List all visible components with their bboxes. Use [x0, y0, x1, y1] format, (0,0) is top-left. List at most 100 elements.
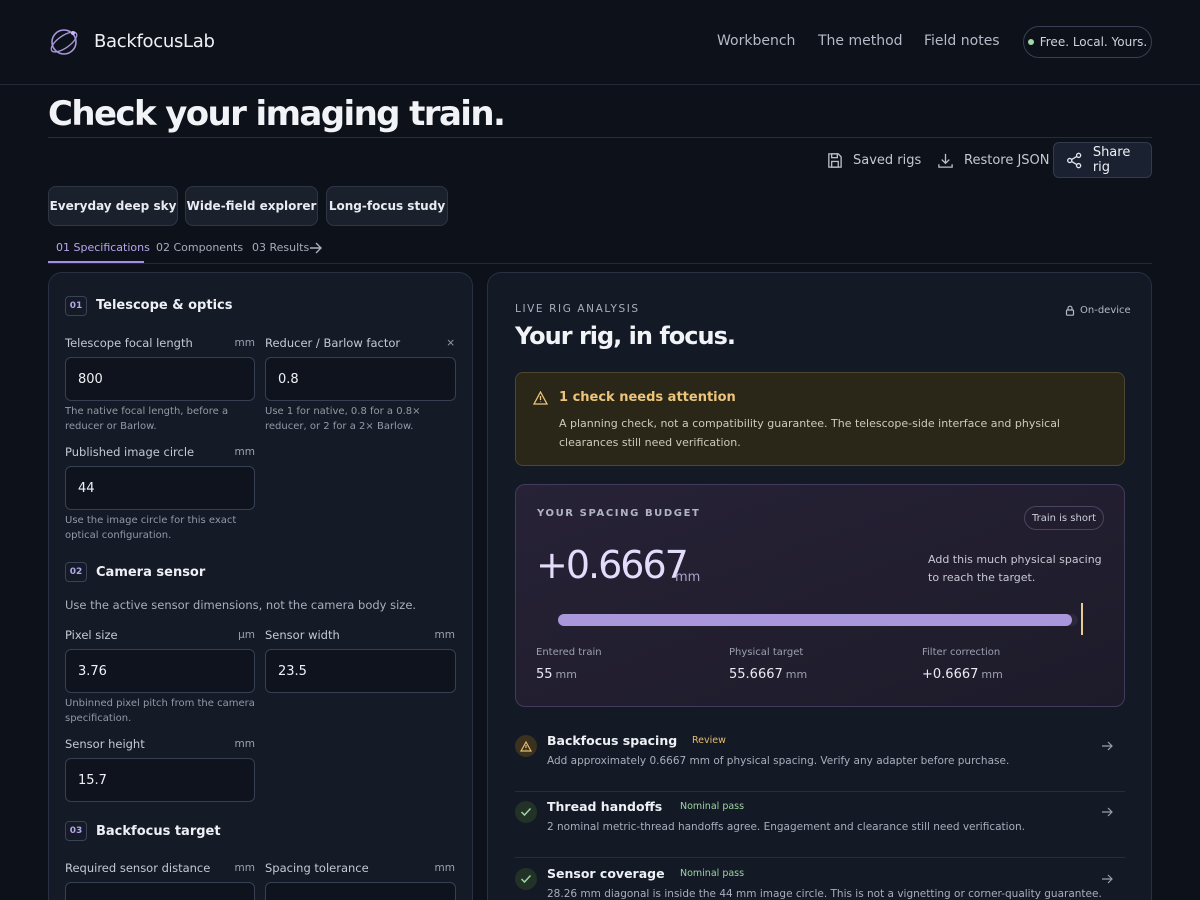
check-title: Backfocus spacing [547, 733, 678, 748]
target-marker [1081, 603, 1083, 635]
orbit-lens-icon[interactable] [48, 27, 80, 57]
focal-length-hint: The native focal length, before a reduce… [65, 406, 229, 432]
section-number: 01 [65, 296, 87, 316]
reducer-factor-hint: Use 1 for native, 0.8 for a 0.8× reducer… [265, 406, 421, 432]
sensor-distance-label: Required sensor distance [65, 861, 211, 875]
sensor-width-input[interactable] [265, 649, 456, 693]
tabs-divider [48, 263, 1152, 264]
sensor-width-unit: mm [434, 629, 455, 641]
status-dot-icon [1027, 39, 1034, 45]
brand-name[interactable]: BackfocusLab [94, 31, 215, 52]
check-description: 28.26 mm diagonal is inside the 44 mm im… [547, 888, 1102, 900]
check-title: Thread handoffs [547, 799, 663, 814]
restore-json-label: Restore JSON [964, 152, 1050, 168]
spacing-budget-card: YOUR SPACING BUDGET Train is short +0.66… [515, 484, 1125, 707]
page-title: Check your imaging train. [48, 94, 506, 134]
check-circle-icon [515, 868, 537, 890]
on-device-label: On-device [1080, 305, 1131, 316]
sensor-height-label: Sensor height [65, 737, 145, 751]
pixel-size-unit: μm [238, 629, 255, 641]
stat-label-filter: Filter correction [922, 647, 1001, 658]
sensor-distance-unit: mm [234, 862, 255, 874]
spacing-unit: mm [675, 570, 701, 585]
section-title-telescope: Telescope & optics [96, 298, 233, 313]
preset-everyday-deep-sky[interactable]: Everyday deep sky [48, 186, 178, 226]
check-sensor-coverage[interactable]: Sensor coverage Nominal pass 28.26 mm di… [515, 859, 1125, 900]
arrow-right-icon [1102, 874, 1113, 884]
sensor-height-input[interactable] [65, 758, 255, 802]
share-rig-button[interactable]: Share rig [1053, 142, 1152, 178]
check-title: Sensor coverage [547, 866, 665, 881]
on-device-badge: On-device [1065, 305, 1131, 316]
share-rig-label: Share rig [1092, 145, 1131, 175]
warning-circle-icon [515, 735, 537, 757]
tab-results[interactable]: 03 Results [252, 241, 309, 254]
tab-specifications[interactable]: 01 Specifications [56, 241, 150, 254]
preset-wide-field-explorer[interactable]: Wide-field explorer [185, 186, 318, 226]
focal-length-input[interactable] [65, 357, 255, 401]
arrow-right-icon[interactable] [309, 242, 323, 254]
stat-label-target: Physical target [729, 647, 804, 658]
spacing-progress-fill [558, 614, 1072, 626]
title-divider [48, 137, 1152, 138]
check-status-tag: Nominal pass [680, 801, 745, 812]
check-status-tag: Nominal pass [680, 868, 745, 879]
spacing-tolerance-unit: mm [434, 862, 455, 874]
image-circle-hint: Use the image circle for this exact opti… [65, 515, 237, 541]
spacing-value: +0.6667 [536, 543, 689, 587]
check-thread-handoffs[interactable]: Thread handoffs Nominal pass 2 nominal m… [515, 792, 1125, 858]
floppy-disk-icon [828, 152, 842, 168]
attention-alert: 1 check needs attention A planning check… [515, 372, 1125, 466]
stat-label-entered: Entered train [536, 647, 602, 658]
spacing-tolerance-input[interactable] [265, 882, 456, 900]
arrow-right-icon [1102, 741, 1113, 751]
camera-description: Use the active sensor dimensions, not th… [65, 598, 417, 612]
analysis-panel: LIVE RIG ANALYSIS On-device Your rig, in… [487, 272, 1152, 900]
download-icon [938, 153, 953, 168]
section-title-camera: Camera sensor [96, 565, 206, 580]
reducer-factor-label: Reducer / Barlow factor [265, 336, 401, 350]
share-icon [1067, 152, 1082, 168]
nav-the-method[interactable]: The method [818, 33, 903, 49]
spacing-tolerance-label: Spacing tolerance [265, 861, 369, 875]
stat-value-entered: 55 mm [536, 667, 577, 682]
stat-number: 55.6667 [729, 667, 783, 682]
check-status-tag: Review [692, 735, 726, 746]
check-description: Add approximately 0.6667 mm of physical … [547, 755, 1010, 767]
pixel-size-input[interactable] [65, 649, 255, 693]
image-circle-input[interactable] [65, 466, 255, 510]
preset-long-focus-study[interactable]: Long-focus study [326, 186, 448, 226]
restore-json-button[interactable]: Restore JSON [937, 142, 1050, 178]
train-status-badge: Train is short [1024, 506, 1104, 530]
budget-description: Add this much physical spacing to reach … [928, 553, 1102, 584]
lock-icon [1065, 305, 1075, 316]
saved-rigs-label: Saved rigs [853, 152, 922, 168]
pixel-size-hint: Unbinned pixel pitch from the camera spe… [65, 698, 255, 724]
budget-eyebrow: YOUR SPACING BUDGET [537, 508, 701, 519]
top-bar: BackfocusLab Workbench The method Field … [0, 0, 1200, 85]
focal-length-label: Telescope focal length [65, 336, 193, 350]
stat-value-filter: +0.6667 mm [922, 667, 1003, 682]
stat-number: 55 [536, 667, 553, 682]
nav-field-notes[interactable]: Field notes [924, 33, 1000, 49]
stat-unit: mm [785, 668, 808, 681]
alert-title: 1 check needs attention [559, 390, 736, 405]
section-number: 03 [65, 821, 87, 841]
reducer-factor-input[interactable] [265, 357, 456, 401]
sensor-distance-input[interactable] [65, 882, 255, 900]
stat-value-target: 55.6667 mm [729, 667, 807, 682]
analysis-eyebrow: LIVE RIG ANALYSIS [515, 303, 640, 315]
pixel-size-label: Pixel size [65, 628, 118, 642]
free-local-badge-text: Free. Local. Yours. [1039, 35, 1148, 49]
alert-body: A planning check, not a compatibility gu… [559, 417, 1060, 449]
focal-length-unit: mm [234, 337, 255, 349]
sensor-width-label: Sensor width [265, 628, 340, 642]
tab-components[interactable]: 02 Components [156, 241, 243, 254]
image-circle-unit: mm [234, 446, 255, 458]
stat-number: +0.6667 [922, 667, 979, 682]
saved-rigs-button[interactable]: Saved rigs [826, 142, 921, 178]
specifications-panel: 01 Telescope & optics Telescope focal le… [48, 272, 473, 900]
arrow-right-icon [1102, 807, 1113, 817]
nav-workbench[interactable]: Workbench [717, 33, 795, 49]
check-backfocus-spacing[interactable]: Backfocus spacing Review Add approximate… [515, 726, 1125, 792]
